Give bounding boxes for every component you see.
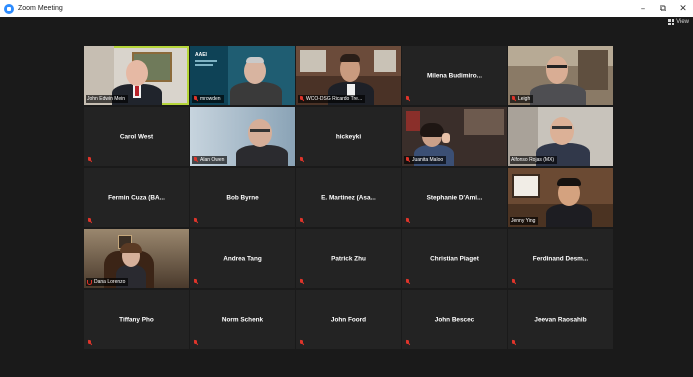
participant-name-label: Leigh [510,95,534,103]
participant-tile[interactable]: Dana Lorenzo [84,229,189,288]
mic-muted-icon [511,340,516,346]
participant-tile[interactable]: Tiffany Pho [84,290,189,349]
mic-muted-icon [193,218,198,224]
zoom-logo-icon [4,3,14,14]
participant-name-label: John Edwin Mein [86,95,129,103]
participant-name: Andrea Tang [223,255,262,262]
phone-icon [87,279,92,285]
mic-muted-icon [193,279,198,285]
participant-name: Patrick Zhu [331,255,366,262]
participant-tile[interactable]: Christian Piaget [402,229,507,288]
participant-name: Tiffany Pho [119,316,154,323]
participant-tile[interactable]: John Foord [296,290,401,349]
mic-muted-icon [405,340,410,346]
participant-name-label: Dana Lorenzo [86,278,129,286]
participant-tile[interactable]: E. Martinez (Asa... [296,168,401,227]
participant-name: Bob Byrne [226,194,259,201]
mic-muted-icon [405,157,410,163]
meeting-top-bar: View [0,17,693,33]
participant-name-label: Juanita Maloo [404,156,447,164]
mic-muted-icon [87,340,92,346]
participant-tile[interactable]: Stephanie D'Ami... [402,168,507,227]
participant-tile[interactable]: Jeevan Raosahib [508,290,613,349]
mic-muted-icon [511,96,516,102]
participant-name-label: Alan Owen [192,156,228,164]
participant-tile[interactable]: Norm Schenk [190,290,295,349]
mic-muted-icon [193,157,198,163]
participant-name-label: Jenny Ying [510,217,539,225]
participant-name: John Foord [330,316,367,323]
maximize-button[interactable]: ⧉ [653,0,673,17]
mic-muted-icon [87,218,92,224]
mic-muted-icon [511,279,516,285]
mic-muted-icon [299,218,304,224]
participant-tile[interactable]: hickeyki [296,107,401,166]
participant-tile[interactable]: Jenny Ying [508,168,613,227]
participant-name: Carol West [119,133,154,140]
participant-name: Stephanie D'Ami... [426,194,483,201]
mic-muted-icon [299,96,304,102]
participant-tile[interactable]: Fermin Cuza (BA... [84,168,189,227]
participant-name: John Bescec [434,316,475,323]
mic-muted-icon [405,218,410,224]
mic-muted-icon [193,340,198,346]
participant-name: Norm Schenk [221,316,264,323]
grid-view-icon [668,19,675,25]
participant-tile[interactable]: Alfonso Rojas (MX) [508,107,613,166]
participant-name: hickeyki [335,133,362,140]
window-title: Zoom Meeting [18,5,63,12]
view-label: View [676,19,689,25]
participant-tile[interactable]: Andrea Tang [190,229,295,288]
participant-name: Christian Piaget [430,255,479,262]
participant-tile[interactable]: Milena Budimiro... [402,46,507,105]
participant-tile[interactable]: Bob Byrne [190,168,295,227]
participant-tile[interactable]: Carol West [84,107,189,166]
participant-tile[interactable]: John Edwin Mein [84,46,189,105]
close-button[interactable]: ✕ [673,0,693,17]
participant-tile[interactable]: Alan Owen [190,107,295,166]
participant-tile[interactable]: WCO-DSG Ricardo Tre... [296,46,401,105]
mic-muted-icon [87,157,92,163]
participant-tile[interactable]: Ferdinand Desm... [508,229,613,288]
window-controls: – ⧉ ✕ [633,0,693,17]
participant-tile[interactable]: Juanita Maloo [402,107,507,166]
mic-muted-icon [193,96,198,102]
participant-name-label: mrowden [192,95,224,103]
window-titlebar: Zoom Meeting – ⧉ ✕ [0,0,693,17]
participant-name: E. Martinez (Asa... [321,194,376,201]
participant-name-label: WCO-DSG Ricardo Tre... [298,95,366,103]
slide-brand: AAEI [195,52,207,58]
participant-name: Fermin Cuza (BA... [108,194,165,201]
view-button[interactable]: View [668,19,689,25]
participant-name: Milena Budimiro... [426,72,483,79]
mic-muted-icon [299,279,304,285]
participant-tile[interactable]: Patrick Zhu [296,229,401,288]
participant-tile[interactable]: John Bescec [402,290,507,349]
participant-name: Ferdinand Desm... [532,255,589,262]
participant-name-label: Alfonso Rojas (MX) [510,156,558,164]
mic-muted-icon [405,279,410,285]
participant-tile[interactable]: AAEI mrowden [190,46,295,105]
mic-muted-icon [299,157,304,163]
participant-tile[interactable]: Leigh [508,46,613,105]
minimize-button[interactable]: – [633,0,653,17]
gallery-view: John Edwin Mein AAEI mrowden WCO-DSG Ric… [84,46,613,349]
mic-muted-icon [405,96,410,102]
mic-muted-icon [299,340,304,346]
participant-name: Jeevan Raosahib [534,316,587,323]
